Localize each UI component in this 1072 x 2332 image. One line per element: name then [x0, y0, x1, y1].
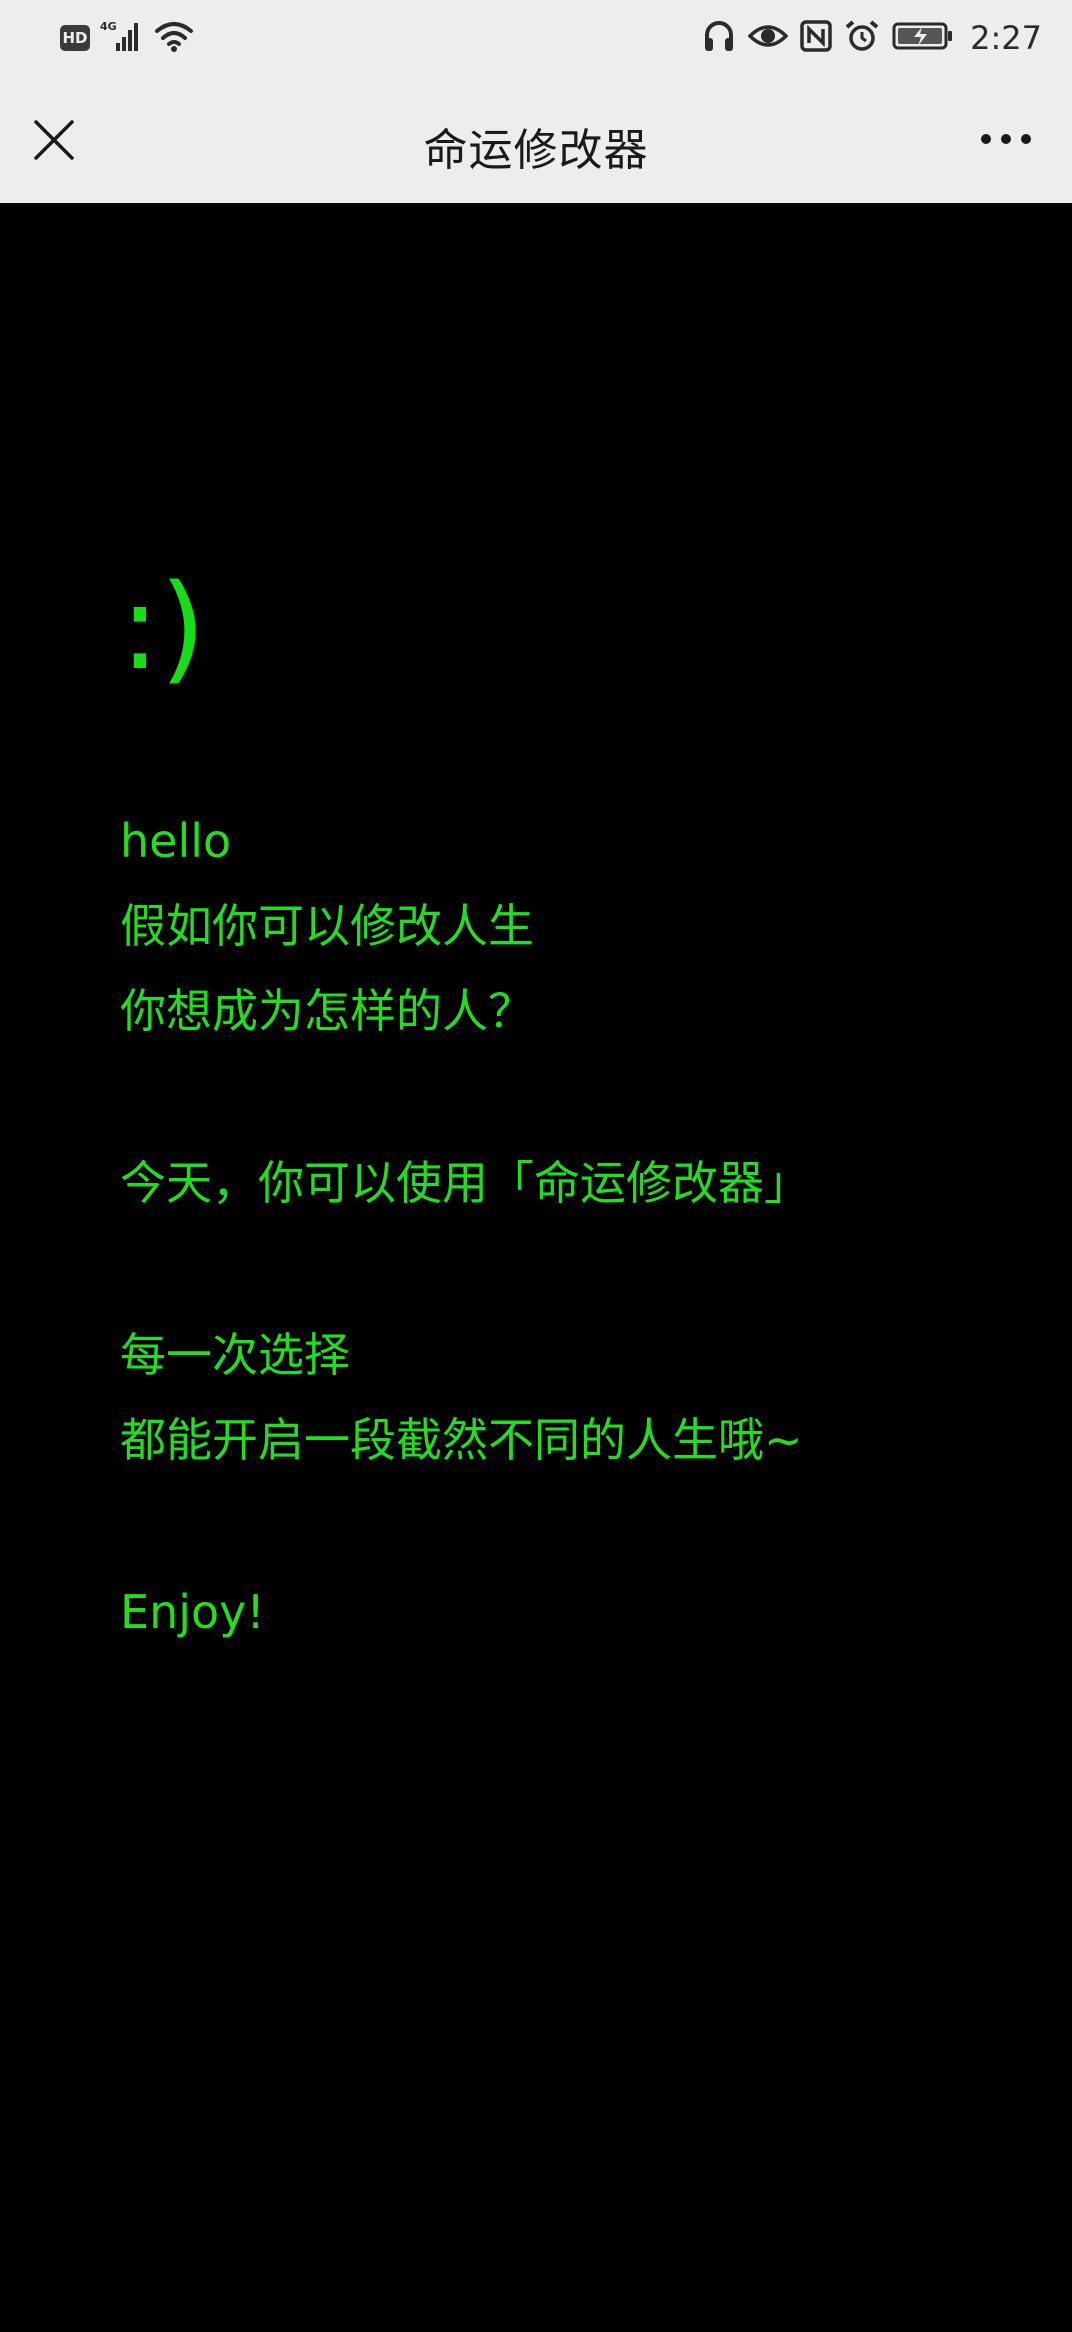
nfc-icon	[800, 19, 832, 57]
status-time: 2:27	[970, 19, 1042, 57]
battery-charging-icon	[892, 19, 954, 57]
signal-icon: 4G	[100, 19, 144, 57]
status-bar: HD 4G 2:27	[0, 0, 1072, 76]
headphones-icon	[702, 19, 736, 57]
status-left: HD 4G	[60, 18, 204, 58]
nav-bar: 命运修改器	[0, 76, 1072, 203]
intro-line: 今天，你可以使用「命运修改器」	[120, 1156, 810, 1210]
network-type-label: 4G	[100, 20, 117, 33]
page-title: 命运修改器	[423, 125, 649, 176]
intro-line: 你想成为怎样的人？	[120, 984, 534, 1038]
alarm-icon	[844, 19, 880, 57]
status-right: 2:27	[702, 16, 1042, 60]
intro-line: 每一次选择	[120, 1328, 350, 1382]
greeting-line: hello	[120, 814, 232, 868]
intro-line: 都能开启一段截然不同的人生哦~	[120, 1413, 803, 1467]
hd-badge: HD	[60, 25, 90, 51]
intro-line: 假如你可以修改人生	[120, 899, 534, 953]
wifi-icon	[154, 19, 194, 57]
smiley-text: :)	[120, 558, 206, 696]
more-dots-icon[interactable]	[980, 126, 1032, 152]
enjoy-line: Enjoy!	[120, 1585, 265, 1639]
eye-icon	[747, 19, 789, 57]
